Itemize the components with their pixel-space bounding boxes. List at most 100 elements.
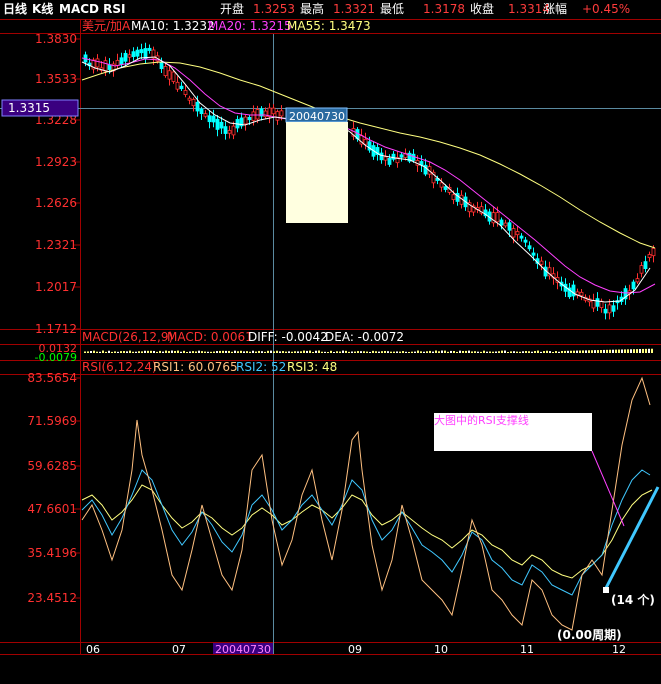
cursor-date-tag-text: 20040730 [289,110,345,123]
macd-bar [321,351,323,353]
candle-body [163,66,168,77]
macd-bar [123,351,125,353]
macd-bar [528,351,530,353]
macd-bar [342,350,344,353]
candle-body [571,284,576,297]
macd-bar [312,351,314,353]
macd-bar [279,351,281,353]
macd-bar [348,351,350,353]
macd-bar [351,351,353,353]
candle-body [127,54,132,58]
macd-bar [447,351,449,353]
macd-bar [315,350,317,353]
rsi-y-axis: 83.5654 71.5969 59.6285 47.6601 35.4196 … [27,371,77,605]
macd-bar [345,350,347,353]
chart-window[interactable]: 日线 K线 MACD RSI 开盘 1.3253 最高 1.3321 最低 1.… [0,0,661,684]
macd-bar [522,351,524,353]
macd-bar [444,350,446,353]
ma55-label: MA55: 1.3473 [287,19,371,33]
macd-bar [192,351,194,353]
macd-bar [333,351,335,353]
macd-bar [573,350,575,353]
x-cursor-date-text: 20040730 [215,643,271,656]
macd-bar [90,351,92,353]
candle-body [167,70,172,80]
macd-bar [252,350,254,353]
macd-bar [384,350,386,353]
macd-bar [468,350,470,353]
macd-bar [492,351,494,353]
candle-body [631,281,636,290]
rsi3-label: RSI3: 48 [287,360,337,374]
macd-bar [603,349,605,353]
macd-bar [390,351,392,353]
price-tick-label: 1.2626 [35,196,77,210]
period-readout: (0.00周期) [557,627,622,642]
macd-bar [378,351,380,353]
candle-body [531,252,536,256]
macd-bar [516,351,518,353]
x-tick-label: 12 [612,643,626,656]
price-tick-label: 1.2017 [35,280,77,294]
candle-body [595,298,600,307]
macd-bar [411,351,413,353]
macd-bar [549,351,551,353]
candle-body [219,121,224,129]
macd-bar [561,350,563,353]
macd-bar [258,350,260,353]
macd-bar [99,351,101,353]
candle-body [171,71,176,82]
macd-bar [282,351,284,353]
macd-bar [618,349,620,353]
ma10-label: MA10: 1.3232 [131,19,215,33]
ma20-line [81,57,656,294]
candle-body [399,154,404,158]
macd-bar [624,349,626,353]
macd-bar [441,350,443,353]
macd-diff-label: DIFF: -0.0042 [248,330,328,344]
macd-bar [567,350,569,353]
macd-bar [432,351,434,353]
chart-canvas[interactable]: 美元/加A MA10: 1.3232 MA20: 1.3215 MA55: 1.… [0,0,661,684]
candle-body [251,111,256,121]
macd-bar [264,351,266,353]
rsi-tick-marks [74,377,80,599]
macd-bar [222,350,224,353]
macd-bar [459,350,461,353]
macd-bar [576,350,578,353]
rsi3-line [81,484,653,579]
macd-bar [240,350,242,353]
macd-bar [480,351,482,353]
macd-bar [330,350,332,353]
candle-body [643,261,648,269]
candle-body [379,152,384,161]
macd-bar [639,349,641,353]
rsi-tick-label: 23.4512 [27,591,77,605]
macd-bar [615,349,617,353]
macd-bar [570,350,572,353]
macd-bar [165,350,167,353]
candle-body [603,308,608,314]
macd-bar [504,350,506,353]
candle-body [255,109,260,120]
macd-bar [363,351,365,353]
ma55-line [81,61,656,249]
candle-body [243,116,248,125]
macd-bar [642,348,644,353]
candle-body [611,305,616,312]
macd-bar [537,350,539,353]
current-price-tag-text: 1.3315 [8,101,50,115]
candle-body [223,126,228,134]
macd-bar [129,350,131,353]
x-tick-label: 11 [520,643,534,656]
price-tick-label: 1.3533 [35,72,77,86]
candle-body [443,186,448,190]
macd-bar [477,351,479,353]
macd-bar [501,350,503,353]
candle-body [215,118,220,130]
macd-bar [372,350,374,353]
macd-bar [510,351,512,353]
macd-bar [216,351,218,353]
macd-bar [234,350,236,353]
price-tick-label: 1.2923 [35,155,77,169]
